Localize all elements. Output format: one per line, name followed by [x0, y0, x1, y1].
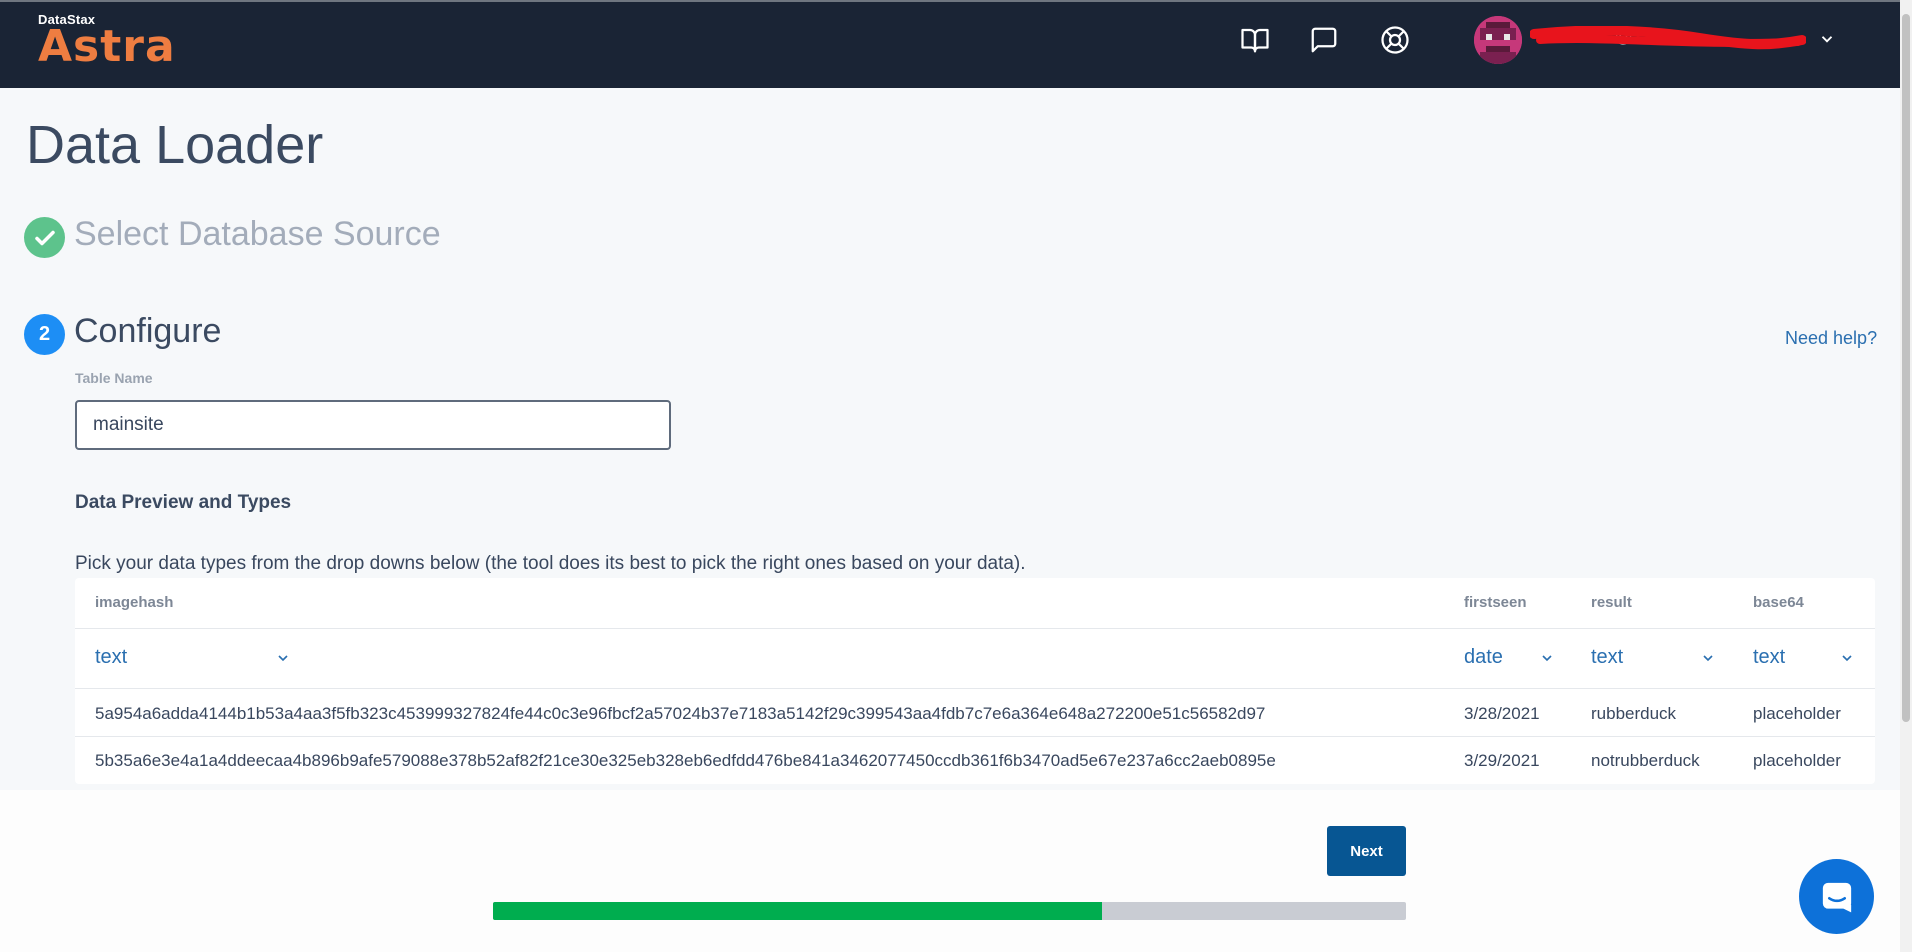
- cell-firstseen: 3/29/2021: [1464, 751, 1540, 770]
- type-select-value: text: [1753, 646, 1786, 668]
- data-preview-table: imagehash firstseen result base64 text d…: [75, 578, 1875, 784]
- type-select-result[interactable]: text: [1591, 646, 1721, 669]
- data-preview-description: Pick your data types from the drop downs…: [75, 553, 1026, 574]
- chevron-down-icon: [1842, 655, 1852, 662]
- column-header-imagehash: imagehash: [95, 594, 174, 611]
- support-lifebuoy-icon[interactable]: [1377, 22, 1413, 58]
- next-button[interactable]: Next: [1327, 826, 1406, 876]
- need-help-link[interactable]: Need help?: [1785, 328, 1877, 349]
- chevron-down-icon: [1542, 655, 1552, 662]
- check-circle-icon: [24, 217, 65, 258]
- wizard-footer: [0, 790, 1900, 952]
- page-title: Data Loader: [26, 115, 324, 175]
- user-avatar[interactable]: [1474, 16, 1522, 64]
- cell-result: notrubberduck: [1591, 751, 1700, 770]
- cell-result: rubberduck: [1591, 704, 1677, 723]
- type-select-firstseen[interactable]: date: [1464, 646, 1564, 669]
- step-configure: Configure: [74, 312, 222, 350]
- docs-book-icon[interactable]: [1237, 22, 1273, 58]
- type-select-value: text: [95, 646, 128, 668]
- chevron-down-icon: [1703, 655, 1713, 662]
- data-preview-title: Data Preview and Types: [75, 492, 292, 513]
- chevron-down-icon[interactable]: [1818, 30, 1836, 48]
- type-select-value: date: [1464, 646, 1503, 668]
- step-number-badge: 2: [24, 314, 65, 355]
- redaction-scribble: [1530, 26, 1806, 50]
- row-divider: [75, 628, 1875, 629]
- cell-base64: placeholder: [1753, 704, 1841, 723]
- type-select-imagehash[interactable]: text: [95, 646, 295, 669]
- row-divider: [75, 736, 1875, 737]
- chat-launcher-icon: [1822, 882, 1851, 912]
- astra-logo[interactable]: DataStax Astra: [38, 12, 176, 72]
- chat-launcher-button[interactable]: [1799, 859, 1874, 934]
- wizard-progress-bar: [493, 902, 1406, 920]
- cell-firstseen: 3/28/2021: [1464, 704, 1540, 723]
- column-header-base64: base64: [1753, 594, 1804, 611]
- brand-astra: Astra: [38, 21, 176, 72]
- scrollbar-thumb[interactable]: [1902, 14, 1910, 722]
- chevron-down-icon: [278, 655, 288, 662]
- column-header-firstseen: firstseen: [1464, 594, 1527, 611]
- step-select-database-source[interactable]: Select Database Source: [74, 215, 441, 254]
- progress-fill: [493, 902, 1102, 920]
- row-divider: [75, 688, 1875, 689]
- cell-imagehash: 5b35a6e3e4a1a4ddeecaa4b896b9afe579088e37…: [95, 751, 1276, 770]
- table-name-label: Table Name: [75, 370, 153, 386]
- chat-bubble-icon[interactable]: [1306, 22, 1342, 58]
- table-name-input[interactable]: [75, 400, 671, 450]
- type-select-value: text: [1591, 646, 1624, 668]
- column-header-result: result: [1591, 594, 1632, 611]
- type-select-base64[interactable]: text: [1753, 646, 1863, 669]
- cell-imagehash: 5a954a6adda4144b1b53a4aa3f5fb323c4539993…: [95, 704, 1266, 723]
- cell-base64: placeholder: [1753, 751, 1841, 770]
- top-nav-bar: DataStax Astra r.vart+a…@…: [0, 0, 1900, 88]
